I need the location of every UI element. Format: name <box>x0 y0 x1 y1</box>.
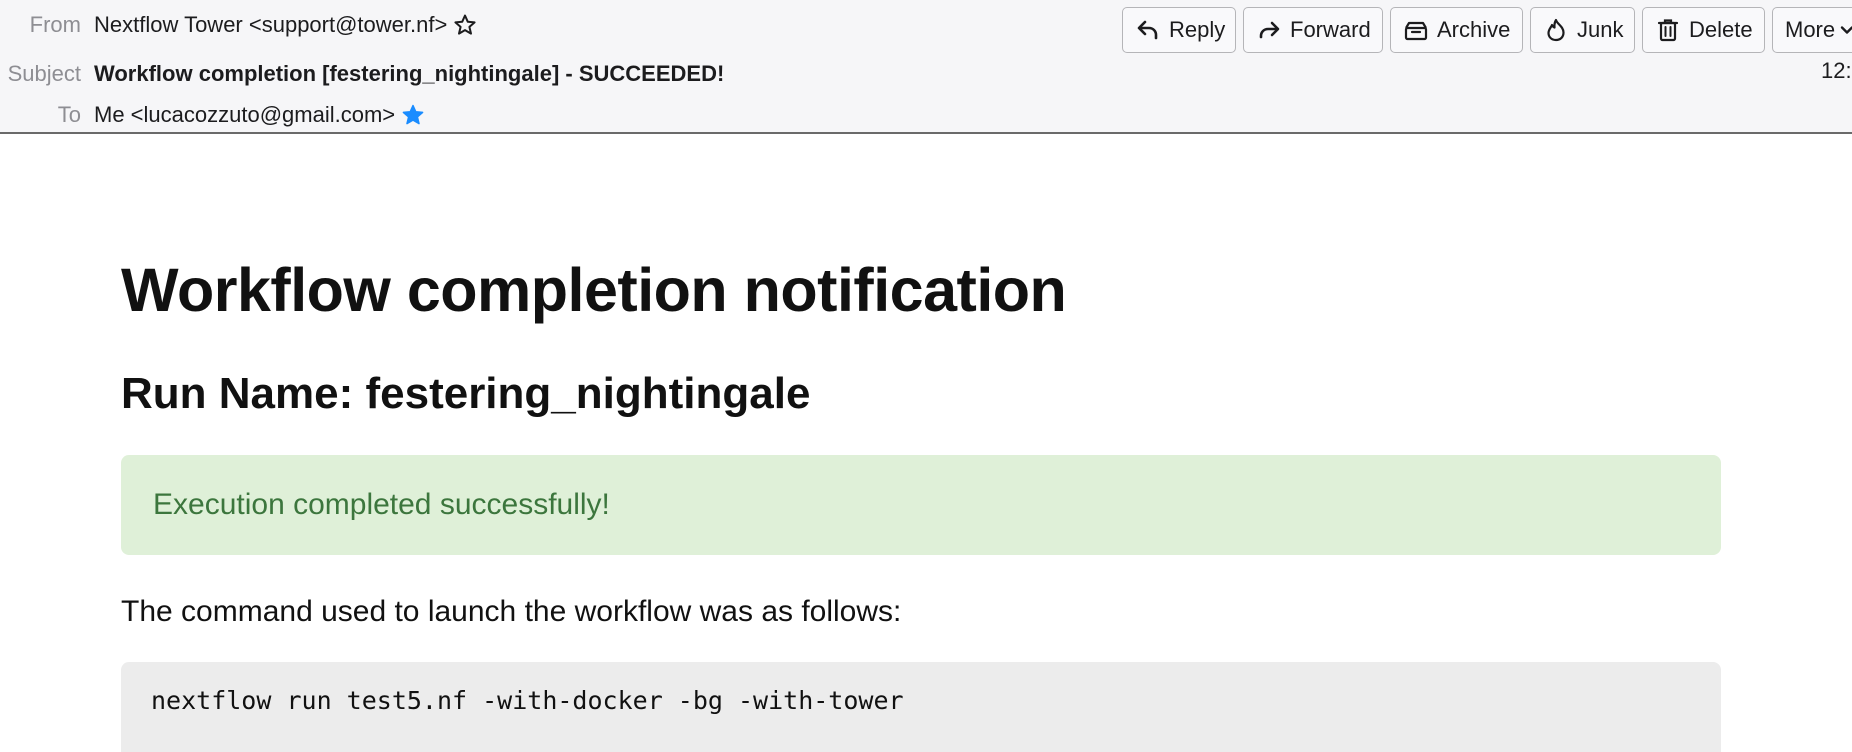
to-label: To <box>57 102 81 127</box>
forward-label: Forward <box>1290 17 1371 42</box>
command-intro: The command used to launch the workflow … <box>121 595 902 628</box>
email-title: Workflow completion notification <box>121 256 1067 324</box>
delete-label: Delete <box>1689 17 1753 42</box>
forward-button[interactable]: Forward <box>1243 7 1383 53</box>
chevron-down-icon <box>1840 26 1852 34</box>
archive-icon <box>1404 21 1428 41</box>
star-outline-icon[interactable] <box>453 13 477 37</box>
subject-row: Subject Workflow completion [festering_n… <box>0 61 725 87</box>
delete-button[interactable]: Delete <box>1642 7 1765 53</box>
flame-icon <box>1547 18 1565 42</box>
archive-label: Archive <box>1437 17 1511 42</box>
message-toolbar: Reply Forward Archive Junk Delete More <box>1122 7 1852 53</box>
command-text: nextflow run test5.nf -with-docker -bg -… <box>151 686 904 715</box>
reply-button[interactable]: Reply <box>1122 7 1236 53</box>
run-name-heading: Run Name: festering_nightingale <box>121 369 811 418</box>
star-filled-icon[interactable] <box>401 103 425 127</box>
to-row: To Me <lucacozzuto@gmail.com> <box>0 102 425 128</box>
reply-icon <box>1137 20 1158 40</box>
archive-button[interactable]: Archive <box>1390 7 1523 53</box>
message-header: From Nextflow Tower <support@tower.nf> S… <box>0 0 1852 134</box>
to-address[interactable]: Me <lucacozzuto@gmail.com> <box>94 102 395 128</box>
junk-button[interactable]: Junk <box>1530 7 1635 53</box>
more-button[interactable]: More <box>1772 7 1852 53</box>
more-label: More <box>1785 17 1836 42</box>
junk-label: Junk <box>1577 17 1624 42</box>
subject-text: Workflow completion [festering_nightinga… <box>94 61 725 86</box>
from-label: From <box>29 12 81 37</box>
from-address[interactable]: Nextflow Tower <support@tower.nf> <box>94 12 447 38</box>
from-row: From Nextflow Tower <support@tower.nf> <box>0 12 477 38</box>
trash-icon <box>1657 19 1679 42</box>
subject-label: Subject <box>7 61 81 86</box>
success-message: Execution completed successfully! <box>153 488 610 521</box>
command-code-block: nextflow run test5.nf -with-docker -bg -… <box>121 662 1721 752</box>
success-alert: Execution completed successfully! <box>121 455 1721 555</box>
reply-label: Reply <box>1169 17 1226 42</box>
message-time: 12: <box>1821 58 1852 83</box>
forward-icon <box>1259 21 1280 39</box>
